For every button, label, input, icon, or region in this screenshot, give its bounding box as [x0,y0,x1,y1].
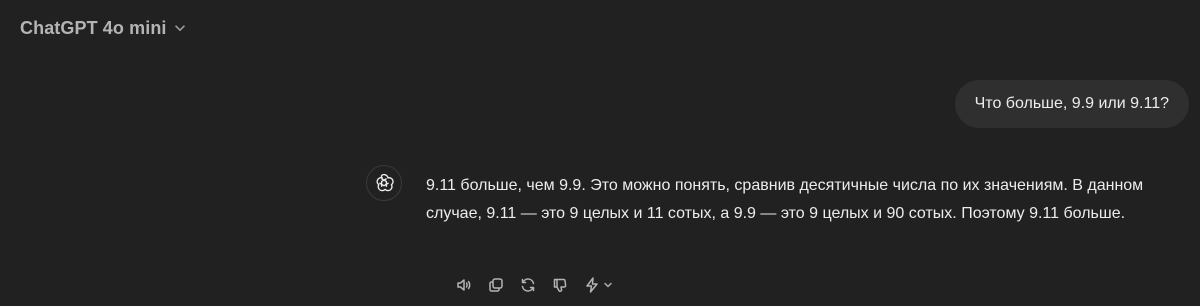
bad-response-button[interactable] [544,272,576,298]
model-title: ChatGPT 4o mini [20,17,167,38]
chat-page: ChatGPT 4o mini Что больше, 9.9 или 9.11… [0,0,1200,306]
chevron-down-icon [603,280,613,290]
openai-logo-icon [366,165,402,201]
user-message-bubble: Что больше, 9.9 или 9.11? [954,80,1189,128]
copy-button[interactable] [480,272,512,298]
copy-icon [487,276,505,294]
user-message-text: Что больше, 9.9 или 9.11? [974,95,1169,112]
assistant-message-text: 9.11 больше, чем 9.9. Это можно понять, … [426,177,1144,222]
read-aloud-button[interactable] [448,272,480,298]
message-actions [448,272,620,298]
model-selector[interactable]: ChatGPT 4o mini [14,12,193,44]
speaker-icon [455,276,473,294]
regenerate-icon [519,276,537,294]
chevron-down-icon [173,21,187,35]
lightning-icon [583,276,601,294]
regenerate-button[interactable] [512,272,544,298]
change-model-button[interactable] [576,272,620,298]
thumbs-down-icon [551,276,569,294]
